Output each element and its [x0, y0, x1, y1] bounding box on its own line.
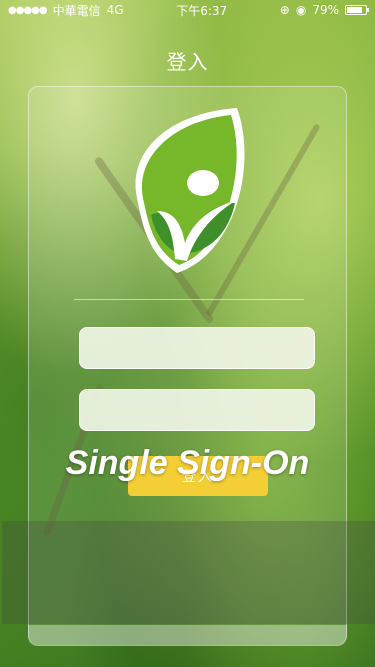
password-input[interactable]: [79, 389, 315, 431]
carrier-label: 中華電信: [52, 3, 101, 18]
login-card: 登入: [2, 86, 375, 646]
status-right: ⊕ ◉ 79%: [279, 3, 369, 17]
status-bar: ●●●●● 中華電信 4G 下午6:37 ⊕ ◉ 79%: [0, 0, 375, 20]
battery-icon: [344, 5, 369, 15]
sso-banner-text: Single Sign-On: [65, 444, 310, 482]
card-footer-strip: [28, 625, 347, 645]
rotation-lock-icon: ⊕: [279, 3, 290, 17]
status-left: ●●●●● 中華電信 4G: [8, 2, 124, 19]
app-logo-icon: [135, 108, 245, 273]
username-input[interactable]: [79, 327, 315, 369]
page-title: 登入: [166, 50, 209, 74]
divider: [74, 299, 304, 300]
network-label: 4G: [106, 3, 124, 17]
sso-banner-band: [2, 521, 375, 624]
signal-icon: ●●●●●: [8, 4, 48, 16]
alarm-icon: ◉: [295, 3, 307, 17]
time-label: 下午6:37: [176, 3, 228, 18]
battery-percent: 79%: [312, 3, 339, 17]
